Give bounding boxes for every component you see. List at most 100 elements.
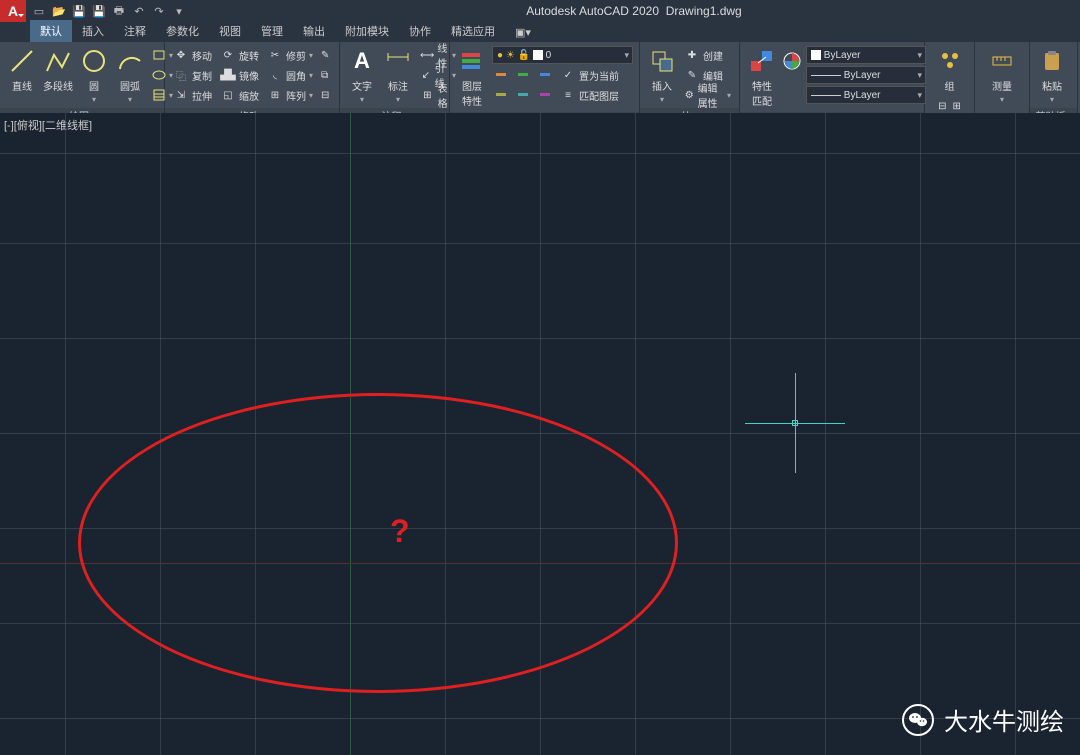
tab-insert[interactable]: 插入	[72, 20, 114, 42]
move-icon: ✥	[173, 47, 189, 63]
tab-output[interactable]: 输出	[293, 20, 335, 42]
ribbon-tabs: 默认 插入 注释 参数化 视图 管理 输出 附加模块 协作 精选应用 ▣▾	[0, 22, 1080, 42]
insert-button[interactable]: 插入▾	[646, 46, 678, 104]
create-icon: ✚	[684, 47, 700, 63]
layer-lock-icon[interactable]	[536, 66, 554, 84]
trim-button[interactable]: ✂修剪 ▾	[265, 46, 315, 64]
rotate-icon: ⟳	[220, 47, 236, 63]
grid-line	[0, 153, 1080, 154]
layer-props-icon	[457, 46, 487, 76]
paste-icon	[1037, 46, 1067, 76]
panel-block: 插入▾ ✚创建 ✎编辑 ⚙编辑属性▾ 块 ▾	[640, 42, 740, 121]
move-button[interactable]: ✥移动	[171, 46, 214, 64]
layer-iso-icon[interactable]	[492, 66, 510, 84]
trim-icon: ✂	[267, 47, 283, 63]
text-icon: A	[347, 46, 377, 76]
grid-line	[0, 243, 1080, 244]
new-icon[interactable]: ▭	[30, 2, 48, 20]
tab-collab[interactable]: 协作	[399, 20, 441, 42]
grid-line	[160, 113, 161, 755]
circle-button[interactable]: 圆▾	[78, 46, 110, 104]
circle-icon	[79, 46, 109, 76]
window-title: Autodesk AutoCAD 2020 Drawing1.dwg	[188, 4, 1080, 18]
tab-manage[interactable]: 管理	[251, 20, 293, 42]
grid-line	[730, 113, 731, 755]
layer-combo[interactable]: ● ☀ 🔓 0	[492, 46, 633, 64]
text-button[interactable]: A 文字▾	[346, 46, 378, 104]
copy-icon: ⿻	[173, 67, 189, 83]
color-combo[interactable]: ByLayer	[806, 46, 926, 64]
stretch-icon: ⇲	[173, 87, 189, 103]
lineweight-combo[interactable]: ByLayer	[806, 66, 926, 84]
layer-off-icon[interactable]	[492, 86, 510, 104]
linetype-combo[interactable]: ByLayer	[806, 86, 926, 104]
line-button[interactable]: 直线	[6, 46, 38, 93]
undo-icon[interactable]: ↶	[130, 2, 148, 20]
crosshair-pickbox	[792, 420, 798, 426]
viewport-label[interactable]: [-][俯视][二维线框]	[4, 117, 92, 133]
leader-icon: ↙	[420, 67, 432, 83]
arc-button[interactable]: 圆弧▾	[114, 46, 146, 104]
mirror-icon: ▟▙	[220, 67, 236, 83]
qat-dropdown-icon[interactable]: ▾	[170, 2, 188, 20]
array-icon: ⊞	[267, 87, 283, 103]
layer-freeze-icon[interactable]	[514, 66, 532, 84]
group-button[interactable]: 组	[934, 46, 966, 93]
tab-default[interactable]: 默认	[30, 20, 72, 42]
scale-button[interactable]: ◱缩放	[218, 86, 261, 104]
grid-line	[65, 113, 66, 755]
tab-addins[interactable]: 附加模块	[335, 20, 399, 42]
paste-button[interactable]: 粘贴▾	[1036, 46, 1068, 104]
set-current-button[interactable]: ✓置为当前	[558, 66, 621, 84]
measure-button[interactable]: 测量▾	[986, 46, 1018, 104]
open-icon[interactable]: 📂	[50, 2, 68, 20]
tab-overflow-icon[interactable]: ▣▾	[505, 23, 541, 42]
mirror-button[interactable]: ▟▙镜像	[218, 66, 261, 84]
scale-icon: ◱	[220, 87, 236, 103]
offset-icon[interactable]: ⧉	[319, 66, 331, 84]
copy-button[interactable]: ⿻复制	[171, 66, 214, 84]
tab-view[interactable]: 视图	[209, 20, 251, 42]
annotation-question-mark: ?	[390, 513, 410, 550]
line-icon	[7, 46, 37, 76]
panel-annotation: A 文字▾ 标注▾ ⟷线性▾ ↙引线▾ ⊞表格 注释 ▾	[340, 42, 450, 121]
watermark: 大水牛测绘	[902, 702, 1064, 737]
tab-annotate[interactable]: 注释	[114, 20, 156, 42]
app-menu-button[interactable]: A	[0, 0, 26, 22]
tab-parametric[interactable]: 参数化	[156, 20, 209, 42]
saveas-icon[interactable]: 💾	[90, 2, 108, 20]
app-logo-letter: A	[8, 3, 18, 19]
stretch-button[interactable]: ⇲拉伸	[171, 86, 214, 104]
layer-on-icon[interactable]	[514, 86, 532, 104]
explode-icon[interactable]: ⊟	[319, 86, 331, 104]
arc-icon	[115, 46, 145, 76]
editattr-button[interactable]: ⚙编辑属性▾	[682, 86, 733, 104]
polyline-button[interactable]: 多段线	[42, 46, 74, 93]
layer-thaw-icon[interactable]	[536, 86, 554, 104]
grid-line	[635, 113, 636, 755]
save-icon[interactable]: 💾	[70, 2, 88, 20]
matchprop-button[interactable]: 特性 匹配	[746, 46, 778, 108]
create-button[interactable]: ✚创建	[682, 46, 733, 64]
matchprop-icon	[747, 46, 777, 76]
rotate-button[interactable]: ⟳旋转	[218, 46, 261, 64]
insert-icon	[647, 46, 677, 76]
set-current-icon: ✓	[560, 67, 576, 83]
dimension-icon	[383, 46, 413, 76]
modify-extras: ✎ ⧉ ⊟	[319, 46, 331, 104]
drawing-canvas[interactable]: [-][俯视][二维线框] ? 大水牛测绘	[0, 113, 1080, 755]
panel-properties: 特性 匹配 ByLayer ByLayer ByLayer 特性 ▾	[740, 42, 925, 121]
dimension-button[interactable]: 标注▾	[382, 46, 414, 104]
plot-icon[interactable]: 🖶	[110, 2, 128, 20]
tab-featured[interactable]: 精选应用	[441, 20, 505, 42]
array-button[interactable]: ⊞阵列 ▾	[265, 86, 315, 104]
erase-icon[interactable]: ✎	[319, 46, 331, 64]
color-wheel-button[interactable]	[782, 46, 802, 76]
match-layer-button[interactable]: ≡匹配图层	[558, 86, 621, 104]
redo-icon[interactable]: ↷	[150, 2, 168, 20]
fillet-button[interactable]: ◟圆角 ▾	[265, 66, 315, 84]
panel-draw: 直线 多段线 圆▾ 圆弧▾ ▾ ▾ ▾ 绘图 ▾	[0, 42, 165, 121]
layer-props-button[interactable]: 图层 特性	[456, 46, 488, 108]
grid-line	[0, 338, 1080, 339]
panel-group: 组 ⊟ ⊞ 组 ▾	[925, 42, 975, 121]
